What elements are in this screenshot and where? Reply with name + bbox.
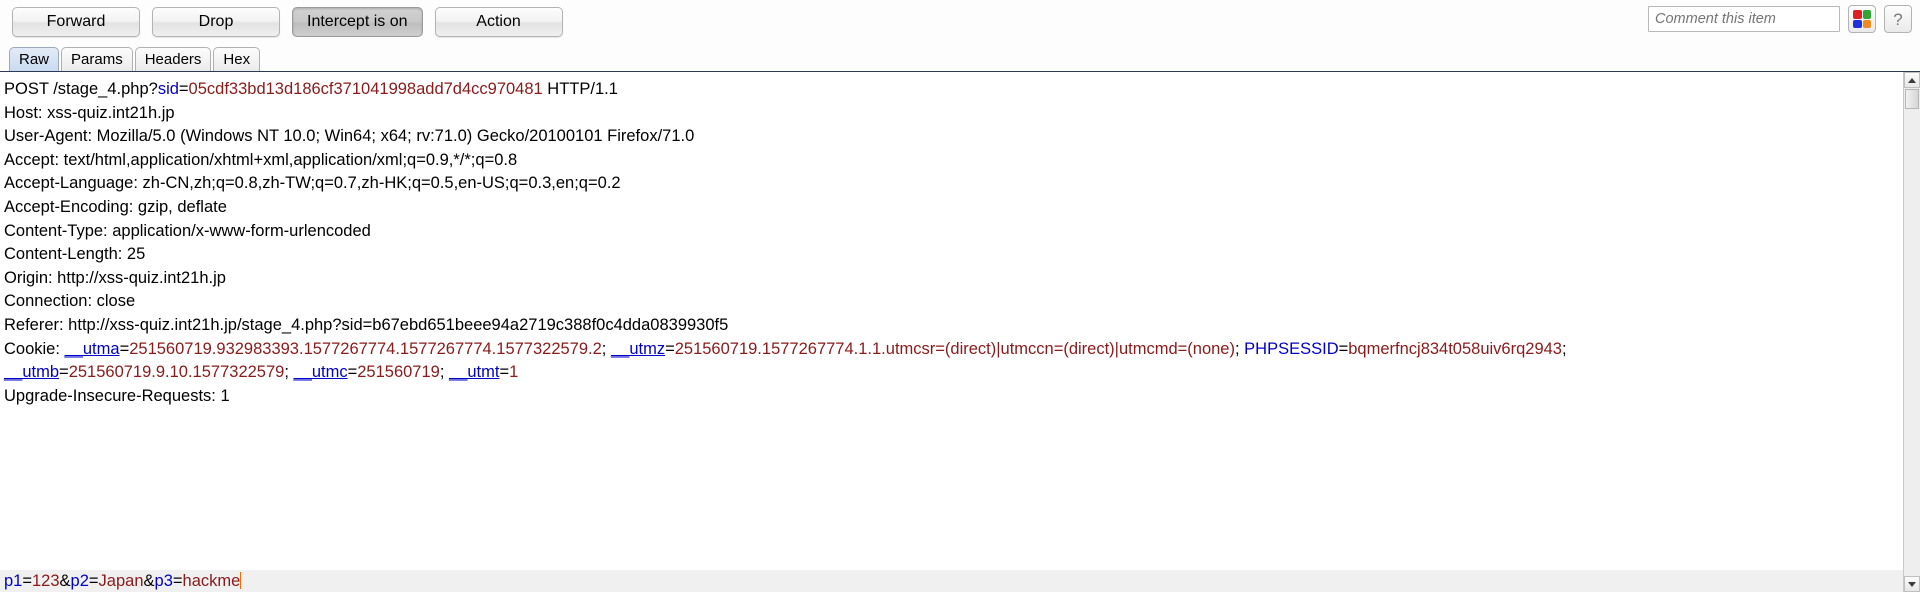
cookie-name-__utmc: __utmc [293,363,348,382]
toolbar-button-group: Forward Drop Intercept is on Action [12,7,575,37]
toolbar-button-intercept-is-on[interactable]: Intercept is on [292,7,423,37]
tab-headers[interactable]: Headers [134,47,212,71]
body-param-name-p3: p3 [154,572,173,590]
cookie-value-__utma: 251560719.932983393.1577267774.157726777… [129,339,602,358]
question-mark-icon: ? [1893,9,1903,29]
request-text[interactable]: POST /stage_4.php?sid=05cdf33bd13d186cf3… [0,72,1903,592]
message-view-tabs: Raw Params Headers Hex [0,44,1920,71]
color-swatch-icon [1853,10,1871,28]
cookie-value-__utmt: 1 [509,363,519,382]
help-button[interactable]: ? [1884,5,1912,33]
header-line: Upgrade-Insecure-Requests: 1 [4,386,230,405]
body-param-equals: = [22,572,32,590]
cookie-header-line: Cookie: __utma=251560719.932983393.15772… [4,338,1903,362]
cookie-equals: = [1338,339,1349,358]
body-param-value-p1: 123 [32,572,60,590]
query-param-equals: = [178,80,189,98]
vertical-scrollbar[interactable] [1903,72,1920,592]
body-param-equals: = [88,572,99,590]
cookie-name-__utmb: __utmb [4,363,60,382]
comment-input[interactable] [1648,6,1840,32]
header-line: Accept-Encoding: gzip, deflate [4,197,227,216]
header-line: Content-Length: 25 [4,245,146,264]
triangle-down-icon [1908,581,1916,587]
raw-request-editor[interactable]: POST /stage_4.php?sid=05cdf33bd13d186cf3… [0,71,1920,592]
request-method-path: POST /stage_4.php? [4,80,158,98]
tab-hex[interactable]: Hex [213,47,261,71]
http-version: HTTP/1.1 [542,80,618,98]
color-swatch-button[interactable] [1848,5,1876,33]
header-line: User-Agent: Mozilla/5.0 (Windows NT 10.0… [4,127,695,146]
scrollbar-thumb[interactable] [1905,89,1919,109]
request-line: POST /stage_4.php?sid=05cdf33bd13d186cf3… [4,78,1903,102]
tab-raw[interactable]: Raw [9,47,60,71]
body-param-equals: = [172,572,183,590]
proxy-toolbar: Forward Drop Intercept is on Action ? [0,0,1920,44]
header-line: Host: xss-quiz.int21h.jp [4,103,175,122]
cookie-name-PHPSESSID: PHPSESSID [1244,339,1339,358]
cookie-equals: = [665,339,675,358]
header-line: Accept-Language: zh-CN,zh;q=0.8,zh-TW;q=… [4,174,621,193]
cookie-separator: ; [1562,339,1567,358]
header-line: Accept: text/html,application/xhtml+xml,… [4,150,518,169]
cookie-equals: = [499,363,510,382]
cookie-separator: ; [1234,339,1245,358]
cookie-value-PHPSESSID: bqmerfncj834t058uiv6rq2943 [1348,339,1562,358]
toolbar-button-action[interactable]: Action [434,7,563,37]
cookie-name-__utmt: __utmt [449,363,500,382]
cookie-separator: ; [284,363,294,382]
cookie-header-line-wrapped: __utmb=251560719.9.10.1577322579; __utmc… [4,361,1903,385]
triangle-up-icon [1908,77,1916,83]
cookie-value-__utmb: 251560719.9.10.1577322579 [68,363,285,382]
cookie-equals: = [119,339,130,358]
request-body-text[interactable]: p1=123&p2=Japan&p3=hackme [0,570,1903,592]
request-body-row[interactable]: p1=123&p2=Japan&p3=hackme [0,570,1903,592]
scrollbar-track[interactable] [1904,88,1920,576]
body-param-name-p2: p2 [70,572,89,590]
cookie-equals: = [59,363,69,382]
cookie-equals: = [347,363,358,382]
cookie-name-__utma: __utma [64,339,120,358]
toolbar-button-drop[interactable]: Drop [152,7,280,37]
toolbar-right-group: ? [1648,5,1912,33]
cookie-label: Cookie: [4,339,65,358]
cookie-value-__utmc: 251560719 [357,363,440,382]
text-cursor [240,572,242,589]
cookie-separator: ; [439,363,450,382]
body-param-name-p1: p1 [4,572,23,590]
header-line: Referer: http://xss-quiz.int21h.jp/stage… [4,315,729,334]
body-param-separator: & [143,572,155,590]
header-line: Content-Type: application/x-www-form-url… [4,221,371,240]
query-param-name-sid: sid [157,80,179,98]
body-param-value-p2: Japan [98,572,144,590]
cookie-separator: ; [601,339,611,358]
scroll-down-button[interactable] [1904,576,1920,592]
header-line: Connection: close [4,292,136,311]
body-param-separator: & [59,572,71,590]
query-param-value-sid: 05cdf33bd13d186cf371041998add7d4cc970481 [188,80,543,98]
tab-params[interactable]: Params [61,47,133,71]
cookie-value-__utmz: 251560719.1577267774.1.1.utmcsr=(direct)… [674,339,1235,358]
cookie-name-__utmz: __utmz [610,339,666,358]
header-line: Origin: http://xss-quiz.int21h.jp [4,268,226,287]
toolbar-button-forward[interactable]: Forward [12,7,140,37]
body-param-value-p3: hackme [182,572,241,590]
scroll-up-button[interactable] [1904,72,1920,88]
